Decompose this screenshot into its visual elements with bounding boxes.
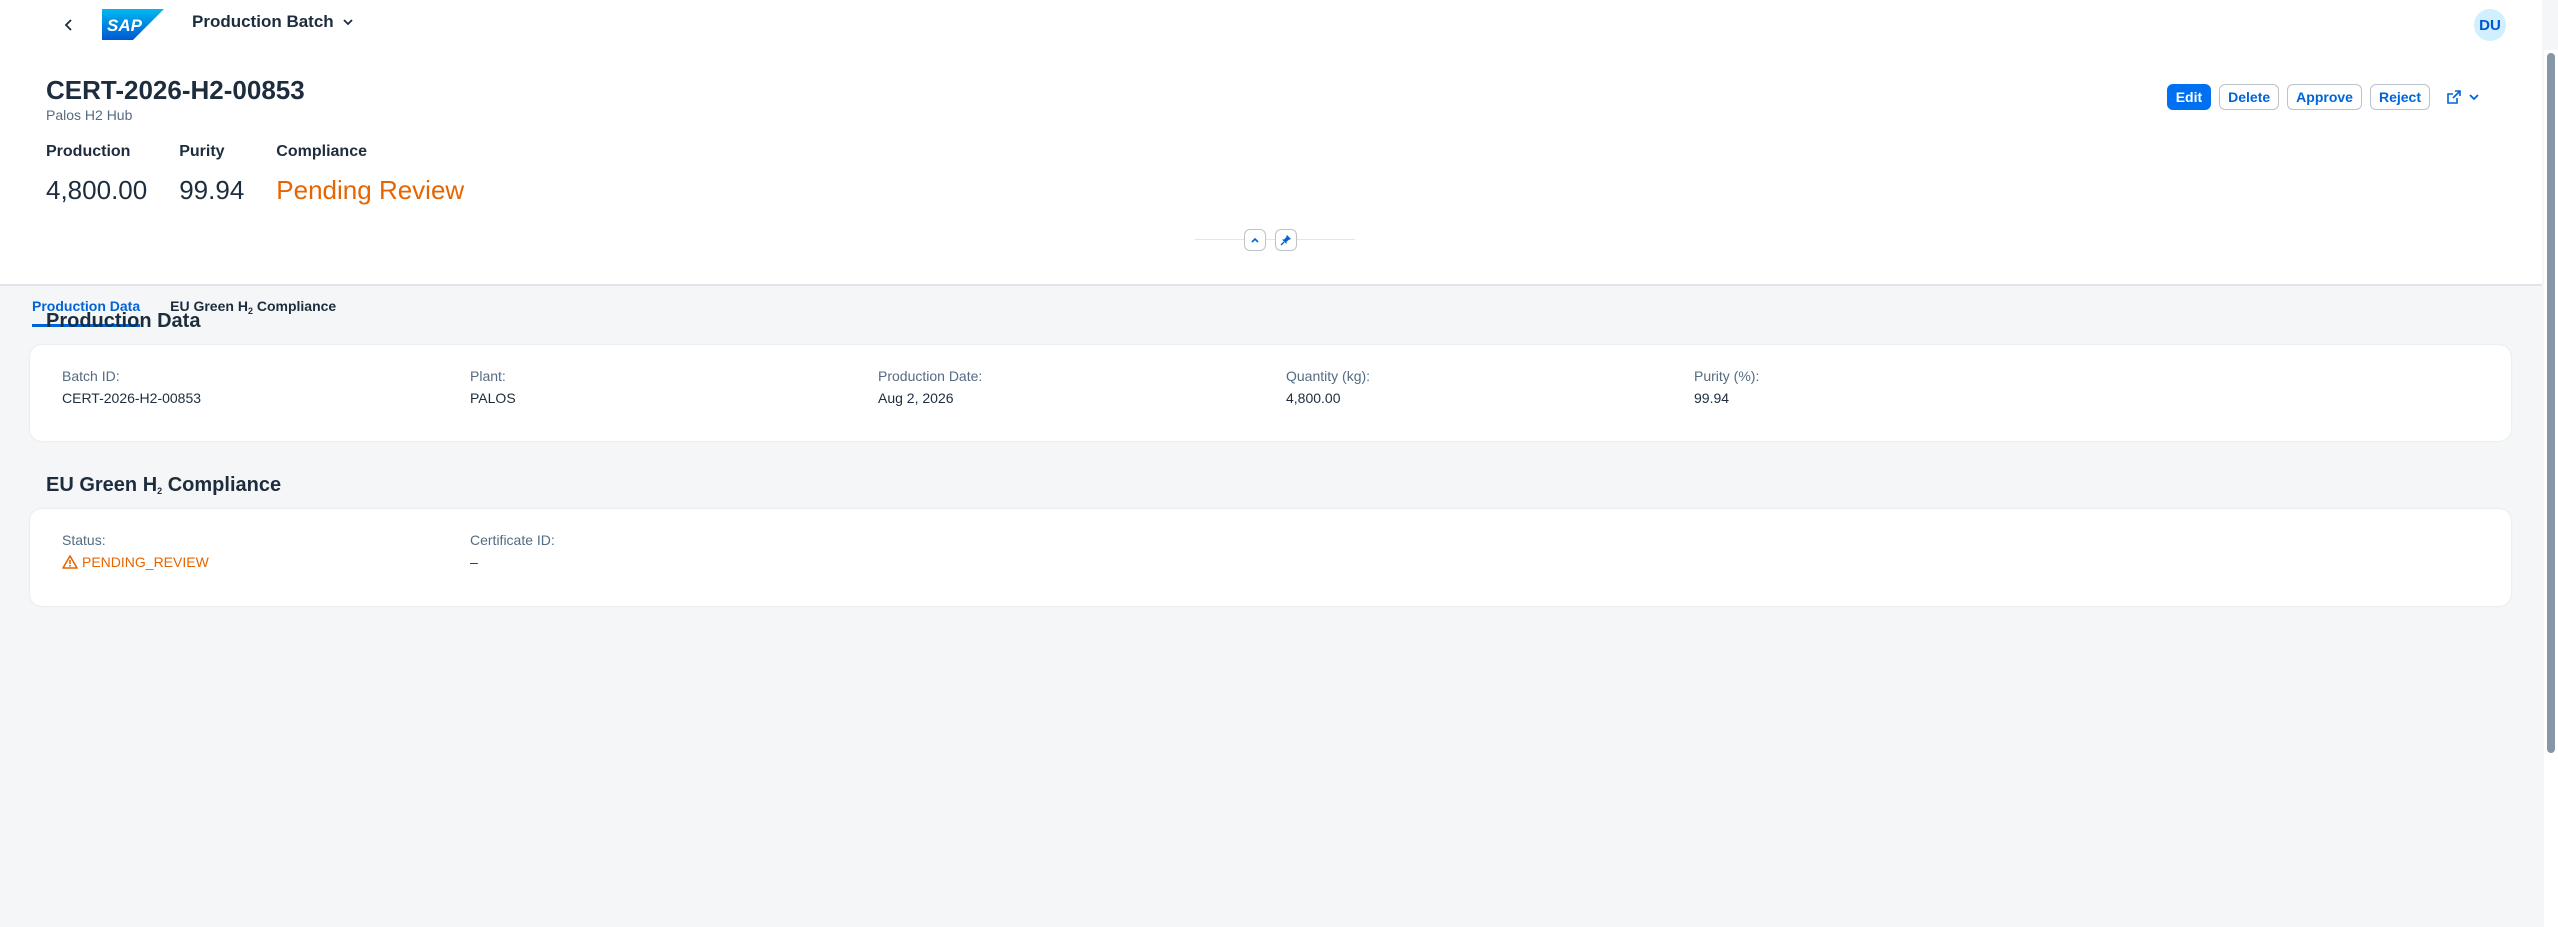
field-label: Production Date: (878, 368, 983, 384)
section-title-suffix: Compliance (162, 474, 282, 496)
field-label: Status: (62, 532, 106, 548)
header-kpis: Production 4,800.00 Purity 99.94 Complia… (46, 143, 464, 206)
kpi-value: Pending Review (276, 175, 465, 205)
object-page-header: CERT-2026-H2-00853 Palos H2 Hub Edit Del… (0, 50, 2542, 327)
chevron-down-icon (2469, 94, 2479, 101)
scrollbar-thumb[interactable] (2547, 53, 2555, 753)
field-production-date: Production Date: Aug 2, 2026 (878, 368, 982, 406)
collapse-header-button[interactable] (1244, 229, 1266, 251)
kpi-value: 99.94 (179, 175, 245, 205)
field-label: Plant: (470, 368, 506, 384)
field-value: CERT-2026-H2-00853 (62, 390, 202, 406)
field-certificate-id: Certificate ID: – (470, 532, 555, 570)
pin-header-button[interactable] (1275, 229, 1297, 251)
field-value: – (470, 554, 478, 570)
header-controls (1195, 227, 1355, 251)
chevron-down-icon (343, 19, 353, 26)
back-button[interactable] (54, 10, 84, 40)
field-quantity: Quantity (kg): 4,800.00 (1286, 368, 1370, 406)
field-label: Batch ID: (62, 368, 120, 384)
kpi-label: Production (46, 143, 131, 160)
delete-button[interactable]: Delete (2219, 84, 2280, 110)
shell-bar: SAP Production Batch DU (0, 0, 2542, 50)
pin-icon (1280, 235, 1291, 246)
field-value: 4,800.00 (1286, 390, 1341, 406)
edit-button[interactable]: Edit (2166, 84, 2212, 110)
field-value: 99.94 (1694, 390, 1730, 406)
section-title-production-data: Production Data (46, 310, 201, 332)
page-title: CERT-2026-H2-00853 (46, 75, 305, 105)
status-text: PENDING_REVIEW (82, 554, 209, 570)
kpi-purity: Purity 99.94 (179, 143, 244, 206)
app-title: Production Batch (192, 12, 334, 31)
avatar[interactable]: DU (2474, 9, 2506, 41)
page-scrollbar[interactable] (2544, 50, 2558, 927)
header-actions: Edit Delete Approve Reject (2166, 84, 2480, 110)
status-value: PENDING_REVIEW (62, 554, 209, 570)
page-subtitle: Palos H2 Hub (46, 107, 133, 123)
sap-logo[interactable]: SAP (102, 9, 164, 45)
share-menu-button[interactable] (2446, 89, 2480, 105)
kpi-label: Purity (179, 143, 225, 160)
field-label: Quantity (kg): (1286, 368, 1371, 384)
production-data-card: Batch ID: CERT-2026-H2-00853 Plant: PALO… (30, 345, 2511, 441)
tab-label-suffix: Compliance (252, 298, 337, 314)
kpi-production: Production 4,800.00 (46, 143, 147, 206)
approve-button[interactable]: Approve (2287, 84, 2362, 110)
section-title-text: EU Green H (46, 474, 158, 496)
header-divider (0, 284, 2542, 286)
field-status: Status: PENDING_REVIEW (62, 532, 209, 570)
field-purity: Purity (%): 99.94 (1694, 368, 1759, 406)
section-title-compliance: EU Green H2 Compliance (46, 474, 281, 497)
warning-icon (62, 555, 78, 569)
chevron-up-icon (1251, 237, 1259, 243)
reject-button[interactable]: Reject (2369, 84, 2430, 110)
kpi-compliance: Compliance Pending Review (276, 143, 464, 206)
field-label: Certificate ID: (470, 532, 555, 548)
field-value: PALOS (470, 390, 516, 406)
field-batch-id: Batch ID: CERT-2026-H2-00853 (62, 368, 201, 406)
field-plant: Plant: PALOS (470, 368, 516, 406)
compliance-card: Status: PENDING_REVIEW Certificate ID: – (30, 509, 2511, 606)
field-label: Purity (%): (1694, 368, 1760, 384)
share-icon (2447, 90, 2461, 104)
field-value: Aug 2, 2026 (878, 390, 954, 406)
svg-text:SAP: SAP (107, 16, 143, 35)
app-title-menu[interactable]: Production Batch (192, 12, 354, 32)
kpi-value: 4,800.00 (46, 175, 148, 205)
chevron-left-icon (64, 19, 72, 31)
kpi-label: Compliance (276, 143, 367, 160)
